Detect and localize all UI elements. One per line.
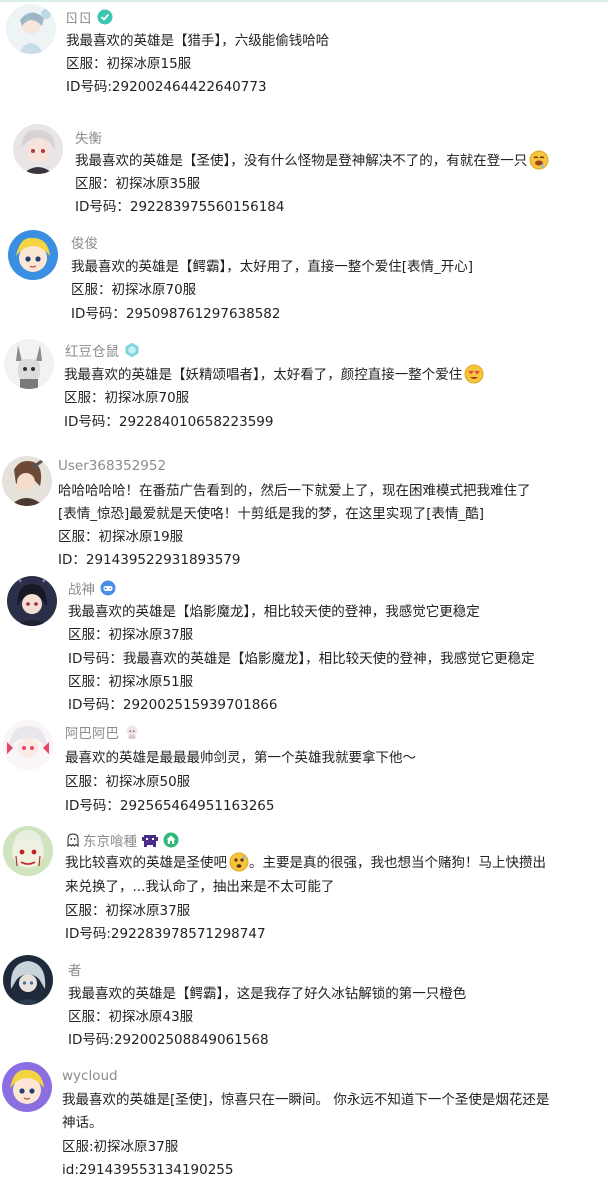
username[interactable]: ㄖㄖ [65,7,92,27]
comment-text-tail: 。主要是真的很强，我也想当个赌狗！马上快攒出 [249,855,546,871]
comment-text: 最喜欢的英雄是最最最帅剑灵，第一个英雄我就要拿下他～ [65,750,416,766]
username[interactable]: 红豆仓鼠 [65,340,119,360]
comment-server: 区服：初探冰原51服 [68,674,194,690]
ghost-prefix-icon [65,832,81,848]
username[interactable]: 东京喰種 [83,830,137,850]
comment-text: 我最喜欢的英雄是[圣使]，惊喜只在一瞬间。 你永远不知道下一个圣使是烟花还是 [62,1092,550,1108]
username[interactable]: wycloud [62,1068,118,1084]
comment-server: 区服：初探冰原43服 [68,1009,194,1025]
comment-text: 我最喜欢的英雄是【猎手】，六级能偷钱哈哈 [66,33,330,49]
comment-text-continued: 神话。 [62,1115,103,1131]
comment-server: 区服:初探冰原37服 [62,1139,179,1155]
level-badge-icon [97,9,113,25]
avatar[interactable] [3,826,53,876]
comment-server: 区服：初探冰原70服 [64,390,190,406]
comment-text-content: 我最喜欢的英雄是【妖精颂唱者】，太好看了，颜控直接一整个爱住 [64,367,463,383]
comment-id: ID号码：295098761297638582 [71,306,281,322]
comment-text-content: 我比较喜欢的英雄是圣使吧 [65,855,227,871]
avatar[interactable] [2,1062,52,1112]
comment-server: 区服：初探冰原70服 [71,282,197,298]
comment-id: id:291439553134190255 [62,1162,234,1178]
drool-emoji-icon [529,150,549,170]
home-badge-icon [163,832,179,848]
avatar[interactable] [13,124,63,174]
comment-text: 我比较喜欢的英雄是圣使吧 。主要是真的很强，我也想当个赌狗！马上快攒出 [65,852,546,876]
comment-text-continued: [表情_惊恐]最爱就是天使咯！十剪纸是我的梦，在这里实现了[表情_酷] [58,506,485,522]
comment-server: 区服：初探冰原37服 [68,627,194,643]
comment-id: ID号码：292002515939701866 [68,697,278,713]
scared-emoji-icon [229,852,249,872]
comment-text: 我最喜欢的英雄是【焰影魔龙】，相比较天使的登神，我感觉它更稳定 [68,604,480,620]
comment-id: ID号码:292002464422640773 [66,79,267,95]
avatar[interactable] [3,955,53,1005]
chibi-badge-icon [124,724,140,740]
comment-server: 区服：初探冰原15服 [66,56,192,72]
username[interactable]: User368352952 [58,458,166,474]
comment-text: 哈哈哈哈哈！在番茄广告看到的，然后一下就爱上了，现在困难模式把我难住了 [58,483,531,499]
comment-id: ID号码：我最喜欢的英雄是【焰影魔龙】，相比较天使的登神，我感觉它更稳定 [68,651,535,667]
comment-id: ID号码：292565464951163265 [65,798,275,814]
comment-server: 区服：初探冰原19服 [58,529,184,545]
username[interactable]: 阿巴阿巴 [65,722,119,742]
heart-eyes-emoji-icon [464,364,484,384]
pixel-monster-badge-icon [142,832,158,848]
level-badge-icon [124,342,140,358]
avatar[interactable] [6,4,56,54]
username[interactable]: 战神 [68,578,95,598]
top-divider [0,0,608,2]
comment-id: ID：291439522931893579 [58,552,241,568]
comment-text: 我最喜欢的英雄是【鳄霸】，这是我存了好久冰钻解锁的第一只橙色 [68,986,467,1002]
comment-text: 我最喜欢的英雄是【妖精颂唱者】，太好看了，颜控直接一整个爱住 [64,364,484,388]
comment-server: 区服：初探冰原50服 [65,774,191,790]
avatar[interactable] [4,339,54,389]
avatar[interactable] [8,230,58,280]
comment-server: 区服：初探冰原37服 [65,903,191,919]
comment-text-content: 我最喜欢的英雄是【圣使】，没有什么怪物是登神解决不了的，有就在登一只 [75,153,528,169]
comment-text-continued: 来兑换了，...我认命了，抽出来是不太可能了 [65,879,335,895]
comment-text: 我最喜欢的英雄是【鳄霸】，太好用了，直接一整个爱住[表情_开心] [71,259,474,275]
avatar[interactable] [7,576,57,626]
comment-id: ID号码:292002508849061568 [68,1032,269,1048]
comment-id: ID号码：292283975560156184 [75,199,285,215]
username[interactable]: 失衡 [75,127,102,147]
comment-text: 我最喜欢的英雄是【圣使】，没有什么怪物是登神解决不了的，有就在登一只 [75,150,549,174]
username[interactable]: 者 [68,959,82,979]
comment-id: ID号码:292283978571298747 [65,926,266,942]
comment-server: 区服：初探冰原35服 [75,176,201,192]
avatar[interactable] [3,720,53,770]
avatar[interactable] [2,456,52,506]
gamepad-badge-icon [100,580,116,596]
username[interactable]: 俊俊 [71,232,98,252]
comment-id: ID号码：292284010658223599 [64,414,274,430]
